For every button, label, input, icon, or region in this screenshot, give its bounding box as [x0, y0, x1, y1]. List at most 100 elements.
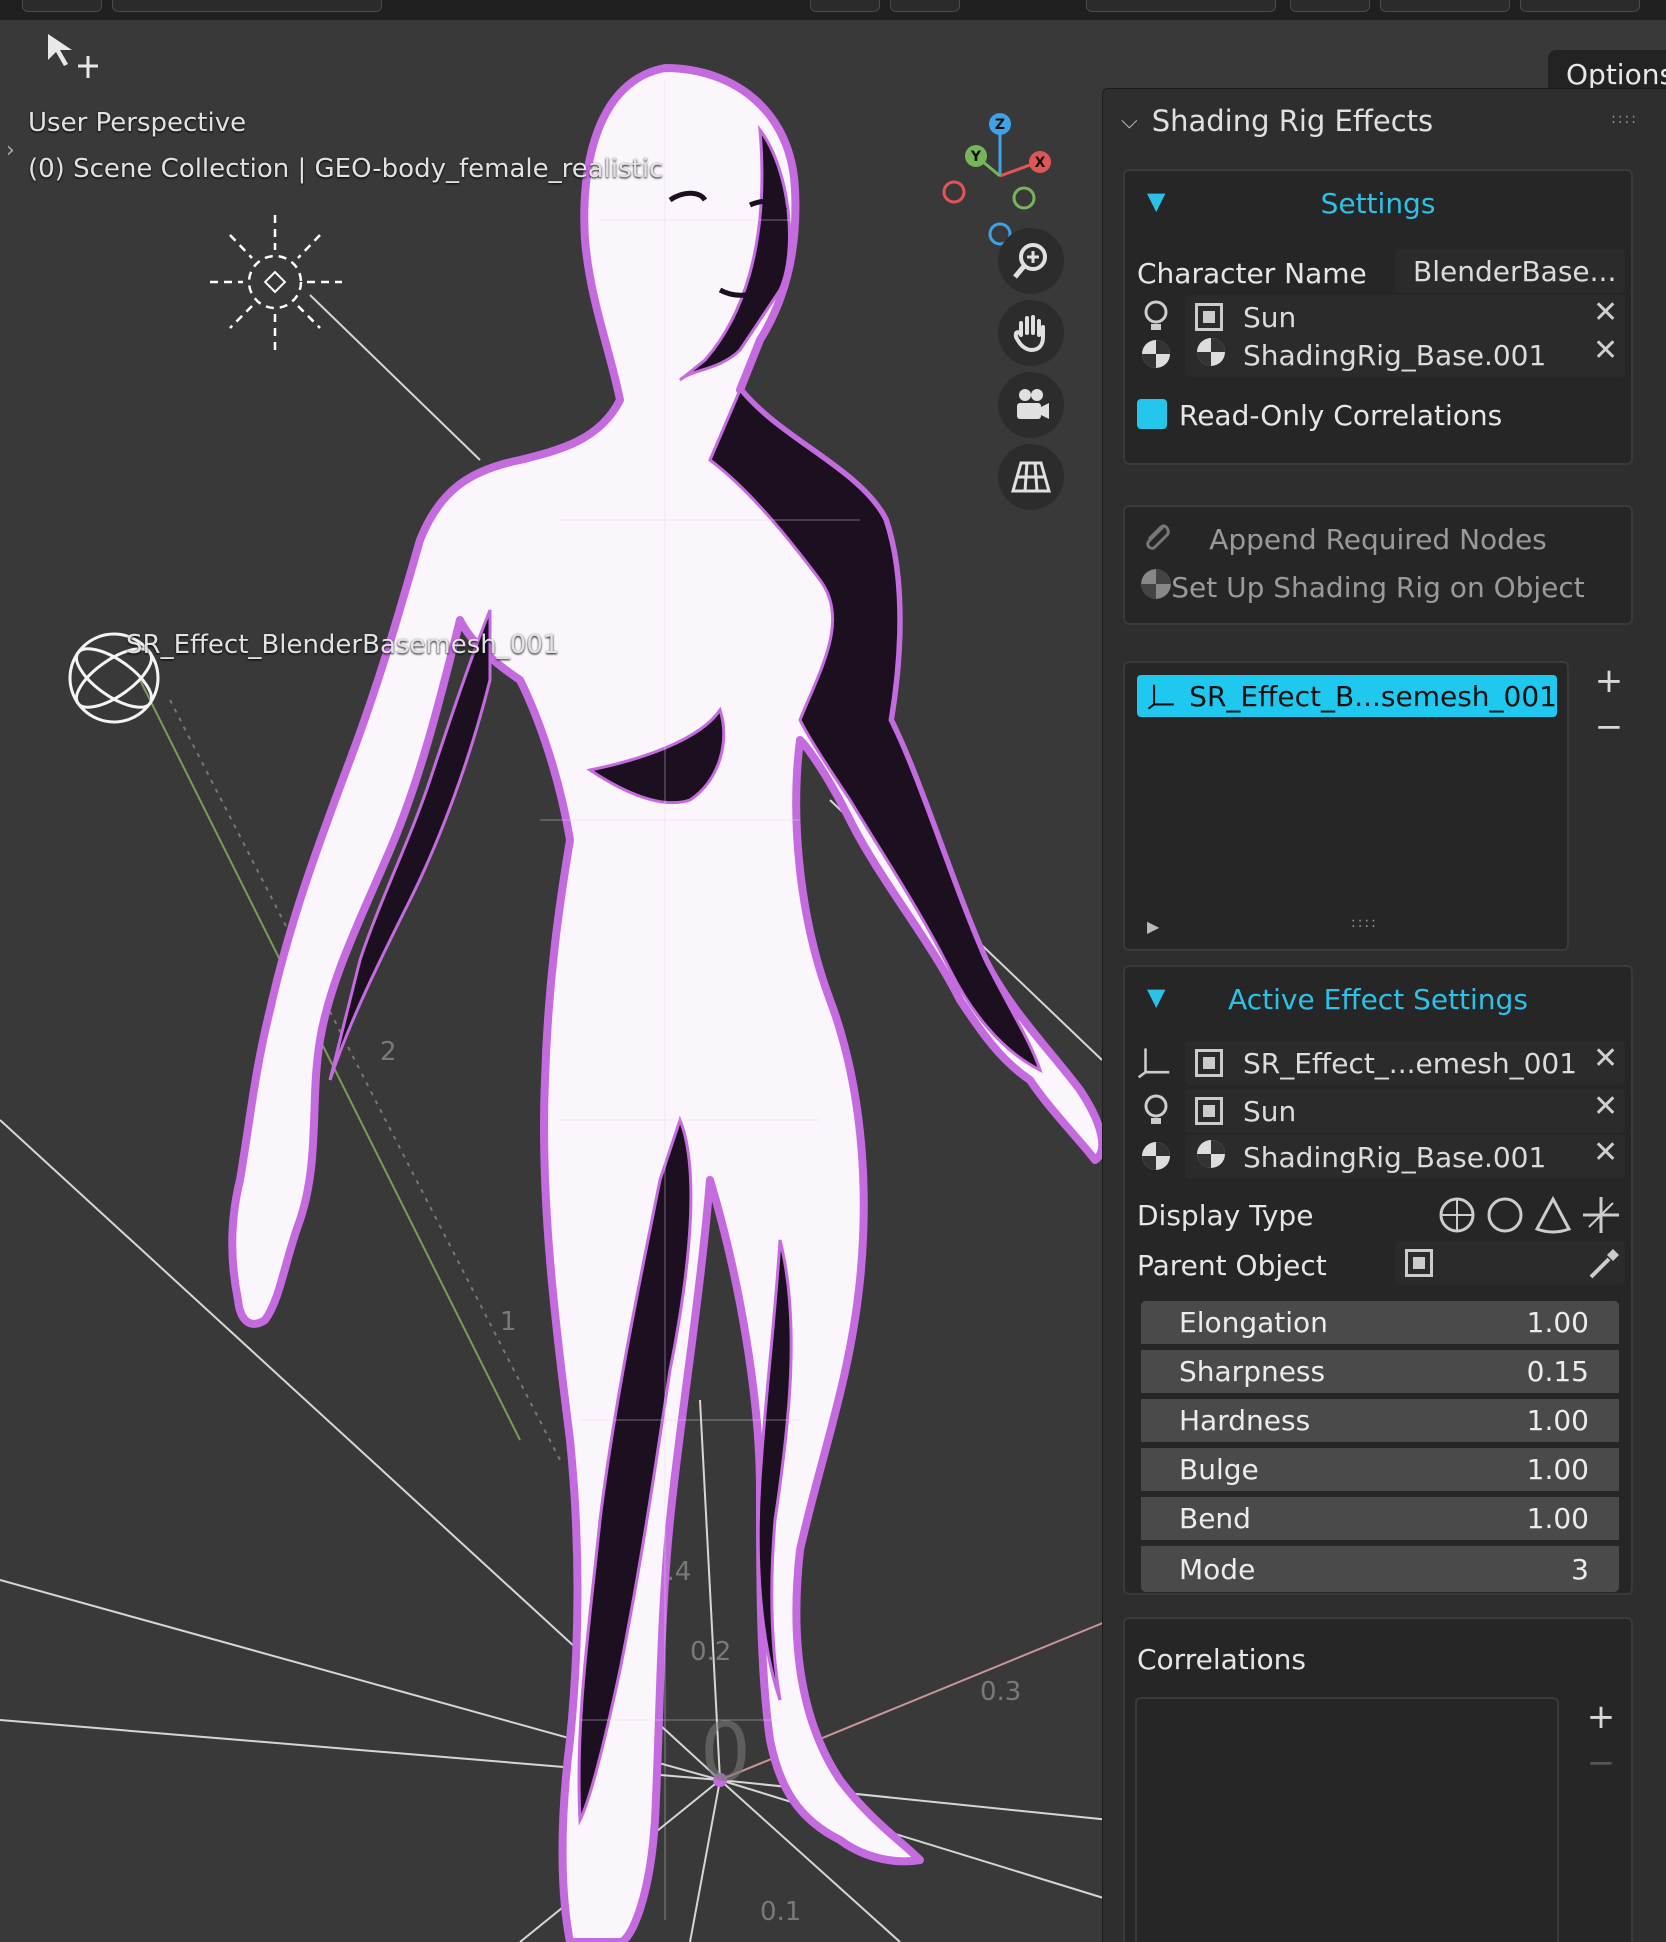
object-icon [1195, 1097, 1223, 1125]
top-toolbar-strip [0, 0, 1666, 20]
panel-title: Shading Rig Effects [1151, 104, 1434, 138]
active-effect-section: ▼ Active Effect Settings SR_Effect_...em… [1123, 965, 1633, 1595]
remove-correlation-button[interactable]: − [1581, 1743, 1621, 1783]
list-item[interactable]: SR_Effect_B...semesh_001 [1137, 675, 1557, 717]
correlations-title: Correlations [1137, 1643, 1306, 1676]
svg-text:1: 1 [500, 1307, 517, 1337]
clear-effect-rig-button[interactable]: ✕ [1593, 1135, 1618, 1170]
expand-triangle-icon[interactable]: ▶ [1147, 917, 1159, 936]
toolbar-button[interactable] [112, 0, 382, 12]
svg-text:2: 2 [380, 1037, 397, 1067]
setup-shading-rig-button[interactable]: Set Up Shading Rig on Object [1125, 571, 1631, 604]
param-value: 1.00 [1526, 1306, 1589, 1339]
effect-item-label: SR_Effect_B...semesh_001 [1189, 679, 1557, 713]
light-object-name: Sun [1243, 300, 1297, 334]
clear-rig-button[interactable]: ✕ [1593, 333, 1618, 368]
transform-tool-icon[interactable] [44, 30, 100, 90]
svg-text:0.1: 0.1 [760, 1897, 801, 1927]
cone-display-icon[interactable] [1533, 1195, 1573, 1235]
toolbar-button[interactable] [810, 0, 880, 12]
zoom-in-icon [1013, 243, 1047, 279]
shading-rig-panel: ⌵ Shading Rig Effects :::: ▼ Settings Ch… [1102, 88, 1666, 1942]
toolbar-button[interactable] [890, 0, 960, 12]
settings-title[interactable]: Settings [1125, 187, 1631, 220]
gizmo-x-label: X [1035, 155, 1046, 171]
param-value: 1.00 [1526, 1453, 1589, 1486]
character-name-label: Character Name [1137, 257, 1367, 290]
viewport-collection-label: (0) Scene Collection | GEO-body_female_r… [28, 154, 664, 184]
bend-slider[interactable]: Bend 1.00 [1141, 1497, 1619, 1543]
param-label: Bend [1179, 1502, 1251, 1535]
param-value: 1.00 [1526, 1502, 1589, 1535]
gizmo-y-label: Y [970, 149, 982, 165]
pan-button[interactable] [998, 300, 1064, 366]
effect-rig-name: ShadingRig_Base.001 [1243, 1140, 1547, 1174]
camera-view-button[interactable] [998, 372, 1064, 438]
param-label: Bulge [1179, 1453, 1259, 1486]
toolbar-button[interactable] [1520, 0, 1640, 12]
sidebar-toggle-arrow[interactable]: › [6, 138, 15, 163]
toolbar-button[interactable] [1380, 0, 1510, 12]
actions-section: Append Required Nodes Set Up Shading Rig… [1123, 505, 1633, 625]
chevron-down-icon: ⌵ [1121, 108, 1138, 134]
zoom-button[interactable] [998, 228, 1064, 294]
grid-icon [1011, 461, 1051, 493]
mode-field[interactable]: Mode 3 [1141, 1546, 1619, 1592]
correlations-list[interactable] [1135, 1697, 1559, 1942]
add-correlation-button[interactable]: + [1581, 1697, 1621, 1737]
viewport-perspective-label: User Perspective [28, 108, 247, 138]
clear-effect-object-button[interactable]: ✕ [1593, 1041, 1618, 1076]
rig-object-field[interactable]: ShadingRig_Base.001 [1185, 333, 1625, 377]
bulge-slider[interactable]: Bulge 1.00 [1141, 1448, 1619, 1494]
panel-header[interactable]: ⌵ Shading Rig Effects [1103, 89, 1666, 153]
sharpness-slider[interactable]: Sharpness 0.15 [1141, 1350, 1619, 1396]
eyedropper-icon[interactable] [1587, 1245, 1623, 1281]
read-only-label: Read-Only Correlations [1179, 399, 1503, 432]
character-name-field[interactable]: BlenderBase... [1395, 249, 1625, 293]
light-bulb-icon [1139, 1093, 1173, 1127]
object-icon [1405, 1249, 1433, 1277]
param-label: Mode [1179, 1552, 1256, 1586]
ortho-toggle-button[interactable] [998, 444, 1064, 510]
circle-display-icon[interactable] [1485, 1195, 1525, 1235]
clear-light-button[interactable]: ✕ [1593, 295, 1618, 330]
param-label: Hardness [1179, 1404, 1311, 1437]
svg-text:0.3: 0.3 [980, 1677, 1021, 1707]
gizmo-z-label: Z [995, 117, 1005, 133]
toolbar-button[interactable] [1086, 0, 1276, 12]
toolbar-button[interactable] [22, 0, 102, 12]
hardness-slider[interactable]: Hardness 1.00 [1141, 1399, 1619, 1445]
param-value: 0.15 [1526, 1355, 1589, 1388]
read-only-checkbox[interactable] [1137, 399, 1167, 429]
param-value: 1.00 [1526, 1404, 1589, 1437]
drag-grip-icon[interactable]: :::: [1611, 111, 1638, 127]
material-sphere-icon [1195, 1138, 1227, 1177]
correlations-section: Correlations + − [1123, 1617, 1633, 1942]
effect-light-field[interactable]: Sun [1185, 1089, 1625, 1133]
plain-axes-display-icon[interactable] [1581, 1195, 1621, 1235]
parent-object-label: Parent Object [1137, 1249, 1327, 1282]
append-nodes-button[interactable]: Append Required Nodes [1125, 523, 1631, 556]
remove-effect-button[interactable]: − [1589, 707, 1629, 747]
camera-icon [1017, 389, 1049, 419]
sphere-display-icon[interactable] [1437, 1195, 1477, 1235]
effect-object-label: SR_Effect_BlenderBasemesh_001 [126, 630, 560, 660]
active-effect-title[interactable]: Active Effect Settings [1125, 983, 1631, 1016]
rig-object-name: ShadingRig_Base.001 [1243, 338, 1547, 372]
toolbar-button[interactable] [1290, 0, 1370, 12]
param-label: Elongation [1179, 1306, 1328, 1339]
effect-light-name: Sun [1243, 1094, 1297, 1128]
object-icon [1195, 303, 1223, 331]
hand-icon [1013, 315, 1045, 353]
navigation-gizmo[interactable]: Z X Y [940, 106, 1060, 246]
clear-effect-light-button[interactable]: ✕ [1593, 1089, 1618, 1124]
effect-object-field[interactable]: SR_Effect_...emesh_001 [1185, 1041, 1625, 1085]
elongation-slider[interactable]: Elongation 1.00 [1141, 1301, 1619, 1347]
empty-axes-icon [1147, 684, 1174, 710]
add-effect-button[interactable]: + [1589, 661, 1629, 701]
resize-grip-icon[interactable]: :::: [1351, 915, 1378, 931]
effects-list[interactable]: SR_Effect_B...semesh_001 ▶ :::: [1123, 661, 1569, 951]
effect-rig-field[interactable]: ShadingRig_Base.001 [1185, 1135, 1625, 1179]
empty-axes-icon [1137, 1045, 1171, 1079]
settings-section: ▼ Settings Character Name BlenderBase...… [1123, 169, 1633, 465]
